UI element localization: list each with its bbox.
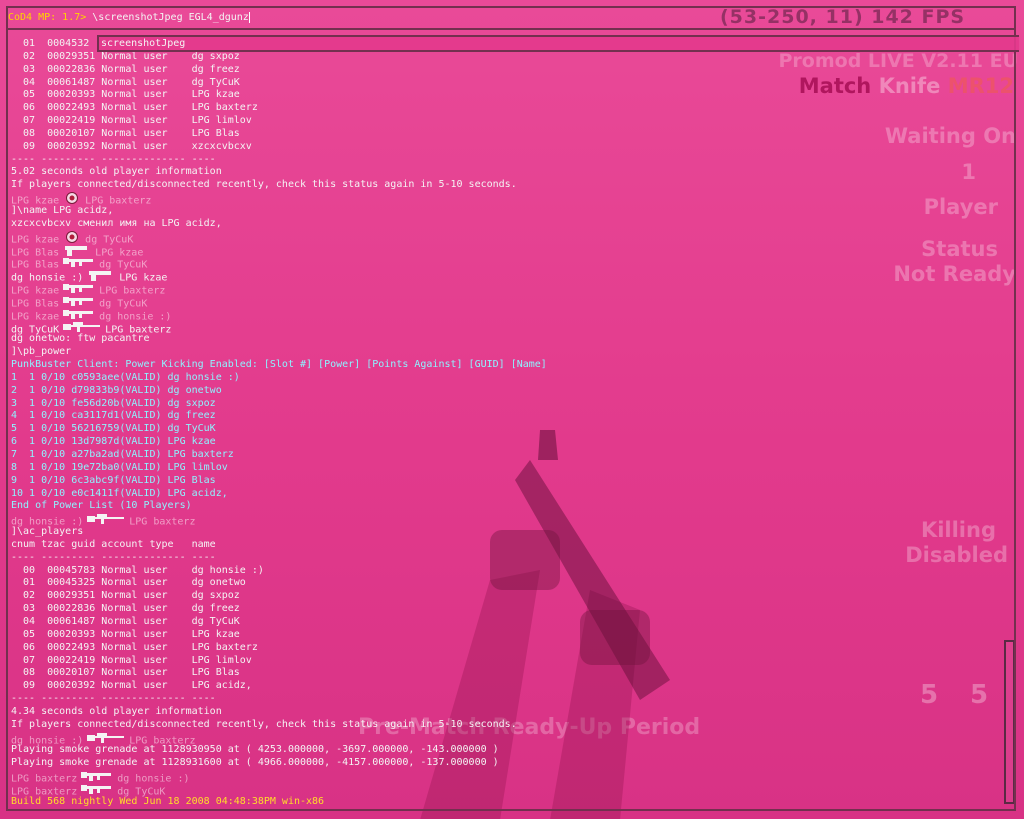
victim-name: LPG baxterz bbox=[129, 516, 196, 528]
console-line: 09 00020392 Normal user LPG acidz, bbox=[11, 680, 252, 692]
kill-feed-line: LPG Blas dg TyCuK bbox=[11, 256, 1001, 271]
console-prompt: CoD4 MP: 1.7> bbox=[8, 12, 87, 23]
console-line: 03 00022836 Normal user dg freez bbox=[11, 603, 240, 615]
kill-feed-line: LPG baxterz dg honsie :) bbox=[11, 770, 1001, 785]
console-line: 06 00022493 Normal user LPG baxterz bbox=[11, 641, 258, 653]
kill-feed-line: LPG Blas LPG kzae bbox=[11, 244, 1001, 258]
console-line: 7 1 0/10 a27ba2ad(VALID) LPG baxterz bbox=[11, 449, 234, 460]
console-line: 06 00022493 Normal user LPG baxterz bbox=[11, 102, 258, 114]
sniper-icon bbox=[87, 513, 125, 530]
build-info-line: Build 568 nightly Wed Jun 18 2008 04:48:… bbox=[11, 795, 325, 807]
console-line: 05 00020393 Normal user LPG kzae bbox=[11, 628, 240, 640]
console-line: ---- --------- -------------- ---- bbox=[11, 153, 216, 165]
console-line: 5 1 0/10 56216759(VALID) dg TyCuK bbox=[11, 423, 216, 435]
kill-feed-line: dg TyCuK LPG baxterz bbox=[11, 321, 1001, 335]
console-line: 5.02 seconds old player information bbox=[11, 166, 222, 178]
console-line: If players connected/disconnected recent… bbox=[11, 179, 517, 191]
console-line: 02 00029351 Normal user dg sxpoz bbox=[11, 50, 240, 62]
console-line: 3 1 0/10 fe56d20b(VALID) dg sxpoz bbox=[11, 397, 216, 409]
console-input[interactable]: CoD4 MP: 1.7> \screenshotJpeg EGL4_dgunz bbox=[8, 9, 1014, 29]
kill-feed-line: LPG baxterz dg TyCuK bbox=[11, 783, 1001, 797]
console-line: ---- --------- -------------- ---- bbox=[11, 693, 216, 705]
kill-feed-line: dg honsie :) LPG baxterz bbox=[11, 732, 1001, 746]
kill-feed-line: dg honsie :) LPG baxterz bbox=[11, 513, 1001, 528]
console-line: 2 1 0/10 d79833b9(VALID) dg onetwo bbox=[11, 384, 222, 396]
console-line: 00 00045783 Normal user dg honsie :) bbox=[11, 564, 264, 576]
console-line: 09 00020392 Normal user xzcxcvbcxv bbox=[11, 140, 252, 152]
console-line: End of Power List (10 Players) bbox=[11, 500, 192, 512]
kill-feed-line: LPG kzae LPG baxterz bbox=[11, 282, 1001, 296]
console-line: 4 1 0/10 ca3117d1(VALID) dg freez bbox=[11, 410, 216, 422]
console-line: 9 1 0/10 6c3abc9f(VALID) LPG Blas bbox=[11, 474, 216, 486]
console-line: 6 1 0/10 13d7987d(VALID) LPG kzae bbox=[11, 436, 216, 448]
console-line: Playing smoke grenade at 1128930950 at (… bbox=[11, 744, 499, 756]
console-line: ]\name LPG acidz, bbox=[11, 204, 114, 216]
console-line: 04 00061487 Normal user dg TyCuK bbox=[11, 76, 240, 88]
kill-feed-line: LPG kzae dg TyCuK bbox=[11, 230, 1001, 245]
console-line: If players connected/disconnected recent… bbox=[11, 718, 517, 730]
input-separator bbox=[6, 28, 1016, 30]
kill-feed-line: LPG kzae dg honsie :) bbox=[11, 308, 1001, 322]
console-line: 02 00029351 Normal user dg sxpoz bbox=[11, 590, 240, 602]
console-line: PunkBuster Client: Power Kicking Enabled… bbox=[11, 359, 547, 371]
suggestion-text: screenshotJpeg bbox=[101, 38, 186, 49]
console-line: Playing smoke grenade at 1128931600 at (… bbox=[11, 757, 499, 769]
console-line: xzcxcvbcxv сменил имя на LPG acidz, bbox=[11, 217, 222, 229]
console-line: 8 1 0/10 19e72ba0(VALID) LPG limlov bbox=[11, 461, 228, 473]
console-input-text: \screenshotJpeg EGL4_dgunz bbox=[92, 12, 249, 23]
console-line: 07 00022419 Normal user LPG limlov bbox=[11, 115, 252, 127]
console-line: 4.34 seconds old player information bbox=[11, 705, 222, 717]
console-line: 08 00020107 Normal user LPG Blas bbox=[11, 667, 240, 679]
console-line: dg onetwo: ftw pacantre bbox=[11, 333, 150, 345]
console-line: ---- --------- -------------- ---- bbox=[11, 551, 216, 563]
console-output: 01 0004532 02 00029351 Normal user dg sx… bbox=[11, 38, 1001, 809]
console-line: 04 00061487 Normal user dg TyCuK bbox=[11, 615, 240, 627]
console-line: 10 1 0/10 e0c1411f(VALID) LPG acidz, bbox=[11, 487, 228, 499]
text-caret bbox=[248, 11, 250, 23]
console-line: 01 00045325 Normal user dg onetwo bbox=[11, 577, 246, 589]
console-line: 03 00022836 Normal user dg freez bbox=[11, 63, 240, 75]
autocomplete-suggestion[interactable]: screenshotJpeg bbox=[97, 35, 1019, 52]
kill-feed-line: dg honsie :) LPG kzae bbox=[11, 269, 1001, 284]
console-line: cnum tzac guid account type name bbox=[11, 538, 216, 550]
console-line: 05 00020393 Normal user LPG kzae bbox=[11, 89, 240, 101]
console-line: 07 00022419 Normal user LPG limlov bbox=[11, 654, 252, 666]
console-line: ]\pb_power bbox=[11, 346, 72, 358]
kill-feed-line: LPG kzae LPG baxterz bbox=[11, 192, 1001, 207]
kill-feed-line: LPG Blas dg TyCuK bbox=[11, 295, 1001, 309]
console-line: 08 00020107 Normal user LPG Blas bbox=[11, 127, 240, 139]
console-line: 1 1 0/10 c0593aee(VALID) dg honsie :) bbox=[11, 371, 240, 383]
